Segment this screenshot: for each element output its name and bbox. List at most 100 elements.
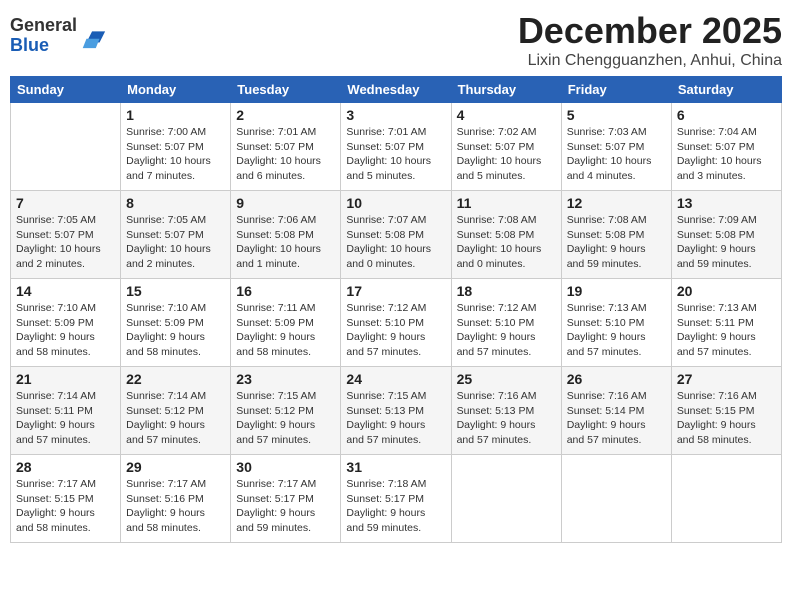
day-info: Sunrise: 7:06 AMSunset: 5:08 PMDaylight:… [236,213,335,272]
calendar-cell: 12 Sunrise: 7:08 AMSunset: 5:08 PMDayligh… [561,191,671,279]
day-number: 4 [457,107,556,123]
day-number: 25 [457,371,556,387]
day-info: Sunrise: 7:07 AMSunset: 5:08 PMDaylight:… [346,213,445,272]
day-number: 10 [346,195,445,211]
calendar-cell: 6Sunrise: 7:04 AMSunset: 5:07 PMDaylight… [671,103,781,191]
day-info: Sunrise: 7:05 AMSunset: 5:07 PMDaylight:… [16,213,115,272]
day-info: Sunrise: 7:02 AMSunset: 5:07 PMDaylight:… [457,125,556,184]
calendar-cell: 22 Sunrise: 7:14 AMSunset: 5:12 PMDayligh… [121,367,231,455]
logo-icon [79,22,107,50]
calendar-cell: 25 Sunrise: 7:16 AMSunset: 5:13 PMDayligh… [451,367,561,455]
day-info: Sunrise: 7:15 AMSunset: 5:13 PMDaylight:… [346,389,445,448]
day-number: 30 [236,459,335,475]
logo-general: General [10,15,77,35]
day-number: 14 [16,283,115,299]
day-number: 24 [346,371,445,387]
calendar-header-row: SundayMondayTuesdayWednesdayThursdayFrid… [11,77,782,103]
day-number: 27 [677,371,776,387]
day-info: Sunrise: 7:14 AMSunset: 5:11 PMDaylight:… [16,389,115,448]
header-cell-tuesday: Tuesday [231,77,341,103]
header-cell-saturday: Saturday [671,77,781,103]
day-info: Sunrise: 7:13 AMSunset: 5:11 PMDaylight:… [677,301,776,360]
day-info: Sunrise: 7:11 AMSunset: 5:09 PMDaylight:… [236,301,335,360]
calendar-cell: 19Sunrise: 7:13 AMSunset: 5:10 PMDayligh… [561,279,671,367]
day-number: 1 [126,107,225,123]
day-number: 23 [236,371,335,387]
day-info: Sunrise: 7:01 AMSunset: 5:07 PMDaylight:… [346,125,445,184]
header-cell-wednesday: Wednesday [341,77,451,103]
day-number: 17 [346,283,445,299]
calendar-cell: 13Sunrise: 7:09 AMSunset: 5:08 PMDayligh… [671,191,781,279]
calendar-cell: 16 Sunrise: 7:11 AMSunset: 5:09 PMDayligh… [231,279,341,367]
calendar-cell: 7 Sunrise: 7:05 AMSunset: 5:07 PMDaylight… [11,191,121,279]
day-number: 2 [236,107,335,123]
week-row-1: 1Sunrise: 7:00 AMSunset: 5:07 PMDaylight… [11,103,782,191]
calendar-table: SundayMondayTuesdayWednesdayThursdayFrid… [10,76,782,543]
day-number: 21 [16,371,115,387]
header-cell-thursday: Thursday [451,77,561,103]
week-row-2: 7 Sunrise: 7:05 AMSunset: 5:07 PMDaylight… [11,191,782,279]
calendar-cell [11,103,121,191]
calendar-cell: 29 Sunrise: 7:17 AMSunset: 5:16 PMDayligh… [121,455,231,543]
day-info: Sunrise: 7:01 AMSunset: 5:07 PMDaylight:… [236,125,335,184]
logo: General Blue [10,16,107,56]
calendar-cell: 8Sunrise: 7:05 AMSunset: 5:07 PMDaylight… [121,191,231,279]
day-info: Sunrise: 7:10 AMSunset: 5:09 PMDaylight:… [126,301,225,360]
day-number: 5 [567,107,666,123]
day-info: Sunrise: 7:08 AMSunset: 5:08 PMDaylight:… [457,213,556,272]
day-number: 15 [126,283,225,299]
day-info: Sunrise: 7:12 AMSunset: 5:10 PMDaylight:… [457,301,556,360]
calendar-cell: 11Sunrise: 7:08 AMSunset: 5:08 PMDayligh… [451,191,561,279]
calendar-cell [561,455,671,543]
day-number: 29 [126,459,225,475]
logo-blue: Blue [10,35,49,55]
calendar-cell: 17 Sunrise: 7:12 AMSunset: 5:10 PMDayligh… [341,279,451,367]
calendar-cell: 9 Sunrise: 7:06 AMSunset: 5:08 PMDaylight… [231,191,341,279]
header-cell-sunday: Sunday [11,77,121,103]
day-info: Sunrise: 7:16 AMSunset: 5:15 PMDaylight:… [677,389,776,448]
day-number: 20 [677,283,776,299]
week-row-5: 28Sunrise: 7:17 AMSunset: 5:15 PMDayligh… [11,455,782,543]
calendar-cell: 30 Sunrise: 7:17 AMSunset: 5:17 PMDayligh… [231,455,341,543]
calendar-cell: 27 Sunrise: 7:16 AMSunset: 5:15 PMDayligh… [671,367,781,455]
day-number: 16 [236,283,335,299]
day-info: Sunrise: 7:17 AMSunset: 5:16 PMDaylight:… [126,477,225,536]
day-number: 26 [567,371,666,387]
calendar-cell: 3 Sunrise: 7:01 AMSunset: 5:07 PMDaylight… [341,103,451,191]
calendar-cell: 26Sunrise: 7:16 AMSunset: 5:14 PMDayligh… [561,367,671,455]
calendar-cell: 21 Sunrise: 7:14 AMSunset: 5:11 PMDayligh… [11,367,121,455]
month-title: December 2025 [518,10,782,52]
day-number: 18 [457,283,556,299]
day-info: Sunrise: 7:03 AMSunset: 5:07 PMDaylight:… [567,125,666,184]
day-info: Sunrise: 7:08 AMSunset: 5:08 PMDaylight:… [567,213,666,272]
calendar-cell: 10 Sunrise: 7:07 AMSunset: 5:08 PMDayligh… [341,191,451,279]
calendar-cell: 31 Sunrise: 7:18 AMSunset: 5:17 PMDayligh… [341,455,451,543]
week-row-4: 21 Sunrise: 7:14 AMSunset: 5:11 PMDayligh… [11,367,782,455]
day-number: 12 [567,195,666,211]
day-number: 8 [126,195,225,211]
day-info: Sunrise: 7:17 AMSunset: 5:17 PMDaylight:… [236,477,335,536]
day-info: Sunrise: 7:14 AMSunset: 5:12 PMDaylight:… [126,389,225,448]
day-info: Sunrise: 7:12 AMSunset: 5:10 PMDaylight:… [346,301,445,360]
day-info: Sunrise: 7:04 AMSunset: 5:07 PMDaylight:… [677,125,776,184]
calendar-cell: 4 Sunrise: 7:02 AMSunset: 5:07 PMDaylight… [451,103,561,191]
calendar-cell: 14 Sunrise: 7:10 AMSunset: 5:09 PMDayligh… [11,279,121,367]
day-number: 22 [126,371,225,387]
day-number: 19 [567,283,666,299]
calendar-cell [671,455,781,543]
title-area: December 2025 Lixin Chengguanzhen, Anhui… [518,10,782,70]
day-number: 7 [16,195,115,211]
day-number: 13 [677,195,776,211]
day-info: Sunrise: 7:16 AMSunset: 5:13 PMDaylight:… [457,389,556,448]
header: General Blue December 2025 Lixin Chenggu… [10,10,782,70]
day-number: 9 [236,195,335,211]
header-cell-friday: Friday [561,77,671,103]
day-number: 3 [346,107,445,123]
day-info: Sunrise: 7:10 AMSunset: 5:09 PMDaylight:… [16,301,115,360]
calendar-cell: 20 Sunrise: 7:13 AMSunset: 5:11 PMDayligh… [671,279,781,367]
calendar-cell: 5 Sunrise: 7:03 AMSunset: 5:07 PMDaylight… [561,103,671,191]
header-cell-monday: Monday [121,77,231,103]
day-number: 31 [346,459,445,475]
calendar-cell: 2 Sunrise: 7:01 AMSunset: 5:07 PMDaylight… [231,103,341,191]
day-info: Sunrise: 7:18 AMSunset: 5:17 PMDaylight:… [346,477,445,536]
